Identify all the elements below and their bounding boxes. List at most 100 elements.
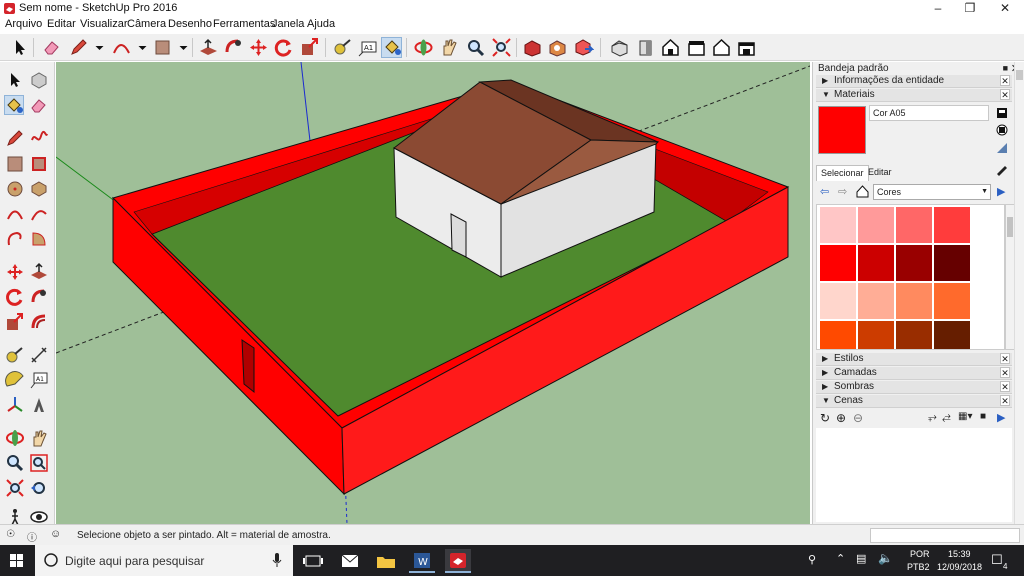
- offset-icon[interactable]: [29, 312, 49, 332]
- zoom-window-icon[interactable]: [29, 453, 49, 473]
- material-swatch[interactable]: [896, 321, 932, 349]
- rotate-icon[interactable]: [5, 287, 25, 307]
- sketchup-taskbar-icon[interactable]: [445, 549, 471, 573]
- close-icon[interactable]: ✕: [1000, 381, 1010, 392]
- pie-icon[interactable]: [29, 229, 49, 249]
- axes-icon[interactable]: [5, 395, 25, 415]
- move-icon[interactable]: [248, 37, 269, 58]
- menu-ferramentas[interactable]: Ferramentas: [213, 18, 275, 30]
- taskbar-search-box[interactable]: Digite aqui para pesquisar: [35, 545, 293, 576]
- task-view-icon[interactable]: [300, 549, 326, 573]
- tray-scrollbar[interactable]: [1014, 62, 1024, 524]
- info-icon[interactable]: ⓘ: [27, 529, 37, 544]
- polygon-icon[interactable]: [29, 179, 49, 199]
- pan-icon[interactable]: [29, 428, 49, 448]
- current-material-swatch[interactable]: [818, 106, 866, 154]
- clock-time[interactable]: 15:39: [948, 549, 971, 559]
- menu-editar[interactable]: Editar: [47, 18, 76, 30]
- select-icon[interactable]: [9, 37, 30, 58]
- back-view-icon[interactable]: [711, 37, 732, 58]
- make-component-icon[interactable]: [29, 70, 49, 90]
- keyboard-layout[interactable]: PTB2: [907, 562, 930, 572]
- tab-select[interactable]: Selecionar: [816, 165, 869, 181]
- file-explorer-icon[interactable]: [373, 549, 399, 573]
- extension-manager-icon[interactable]: [573, 37, 594, 58]
- iso-view-icon[interactable]: [609, 37, 630, 58]
- move-scene-down-icon[interactable]: ⥅: [928, 411, 937, 424]
- section-styles[interactable]: ▶ Estilos ✕: [816, 353, 1012, 366]
- protractor-icon[interactable]: [5, 370, 25, 390]
- material-name-field[interactable]: Cor A05: [869, 105, 989, 121]
- menu-ajuda[interactable]: Ajuda: [307, 18, 335, 30]
- material-swatch[interactable]: [896, 207, 932, 243]
- house-door[interactable]: [450, 213, 467, 258]
- push-pull-icon[interactable]: [198, 37, 219, 58]
- menu-visualizar[interactable]: Visualizar: [80, 18, 128, 30]
- close-icon[interactable]: ✕: [1000, 75, 1010, 86]
- material-swatch[interactable]: [858, 245, 894, 281]
- home-icon[interactable]: [660, 37, 681, 58]
- paint-bucket-icon[interactable]: [381, 37, 402, 58]
- text-icon[interactable]: A1: [357, 37, 378, 58]
- pan-icon[interactable]: [439, 37, 460, 58]
- left-view-icon[interactable]: [736, 37, 757, 58]
- freehand-icon[interactable]: [29, 128, 49, 148]
- zoom-extents-icon[interactable]: [5, 478, 25, 498]
- default-material-icon[interactable]: [995, 142, 1009, 154]
- close-icon[interactable]: ✕: [1000, 367, 1010, 378]
- scale-icon[interactable]: [5, 312, 25, 332]
- material-swatch[interactable]: [896, 283, 932, 319]
- refresh-icon[interactable]: ↻: [820, 411, 830, 425]
- menu-desenho[interactable]: Desenho: [168, 18, 212, 30]
- section-materials[interactable]: ▼ Materiais ✕: [816, 89, 1012, 102]
- material-swatch[interactable]: [934, 283, 970, 319]
- material-swatch[interactable]: [934, 207, 970, 243]
- tab-edit[interactable]: Editar: [864, 165, 896, 181]
- text-icon[interactable]: A1: [29, 370, 49, 390]
- eraser-icon[interactable]: [41, 37, 62, 58]
- menu-camera[interactable]: Câmera: [127, 18, 166, 30]
- paint-bucket-icon[interactable]: [4, 95, 24, 115]
- circle-icon[interactable]: [5, 179, 25, 199]
- previous-icon[interactable]: [29, 478, 49, 498]
- geo-location-icon[interactable]: ☉: [6, 529, 15, 540]
- front-view-icon[interactable]: [635, 37, 656, 58]
- material-swatch[interactable]: [820, 245, 856, 281]
- create-material-icon[interactable]: [995, 107, 1009, 119]
- restore-icon[interactable]: ❐: [953, 0, 987, 17]
- menu-janela[interactable]: Janela: [272, 18, 304, 30]
- measurements-box[interactable]: [870, 528, 1020, 543]
- section-entity-info[interactable]: ▶ Informações da entidade ✕: [816, 75, 1012, 88]
- scroll-thumb[interactable]: [1007, 217, 1013, 237]
- details-arrow-icon[interactable]: ▶: [997, 185, 1005, 198]
- tape-measure-icon[interactable]: [5, 345, 25, 365]
- right-view-icon[interactable]: [686, 37, 707, 58]
- material-swatch[interactable]: [820, 283, 856, 319]
- material-swatch[interactable]: [896, 245, 932, 281]
- scale-icon[interactable]: [299, 37, 320, 58]
- push-pull-icon[interactable]: [29, 262, 49, 282]
- select-icon[interactable]: [5, 70, 25, 90]
- rotate-icon[interactable]: [273, 37, 294, 58]
- orbit-icon[interactable]: [5, 428, 25, 448]
- dropdown-icon[interactable]: [173, 37, 188, 58]
- zoom-icon[interactable]: [465, 37, 486, 58]
- pencil-icon[interactable]: [68, 37, 89, 58]
- tape-measure-icon[interactable]: [332, 37, 353, 58]
- orbit-icon[interactable]: [413, 37, 434, 58]
- view-options-icon[interactable]: ▦▾: [958, 411, 972, 422]
- show-hidden-icons-icon[interactable]: ⌃: [836, 552, 845, 565]
- scene-settings-icon[interactable]: ■: [980, 411, 986, 422]
- material-swatch[interactable]: [820, 321, 856, 349]
- dropdown-icon[interactable]: [89, 37, 104, 58]
- rotated-rectangle-icon[interactable]: [29, 154, 49, 174]
- section-layers[interactable]: ▶ Camadas ✕: [816, 367, 1012, 380]
- forward-arrow-icon[interactable]: ⇨: [838, 185, 847, 198]
- eraser-icon[interactable]: [29, 96, 49, 116]
- user-icon[interactable]: ☺: [50, 528, 61, 540]
- word-icon[interactable]: W: [409, 549, 435, 573]
- arc-icon[interactable]: [5, 204, 25, 224]
- back-arrow-icon[interactable]: ⇦: [820, 185, 829, 198]
- clock-date[interactable]: 12/09/2018: [937, 562, 982, 572]
- extension-icon[interactable]: [547, 37, 568, 58]
